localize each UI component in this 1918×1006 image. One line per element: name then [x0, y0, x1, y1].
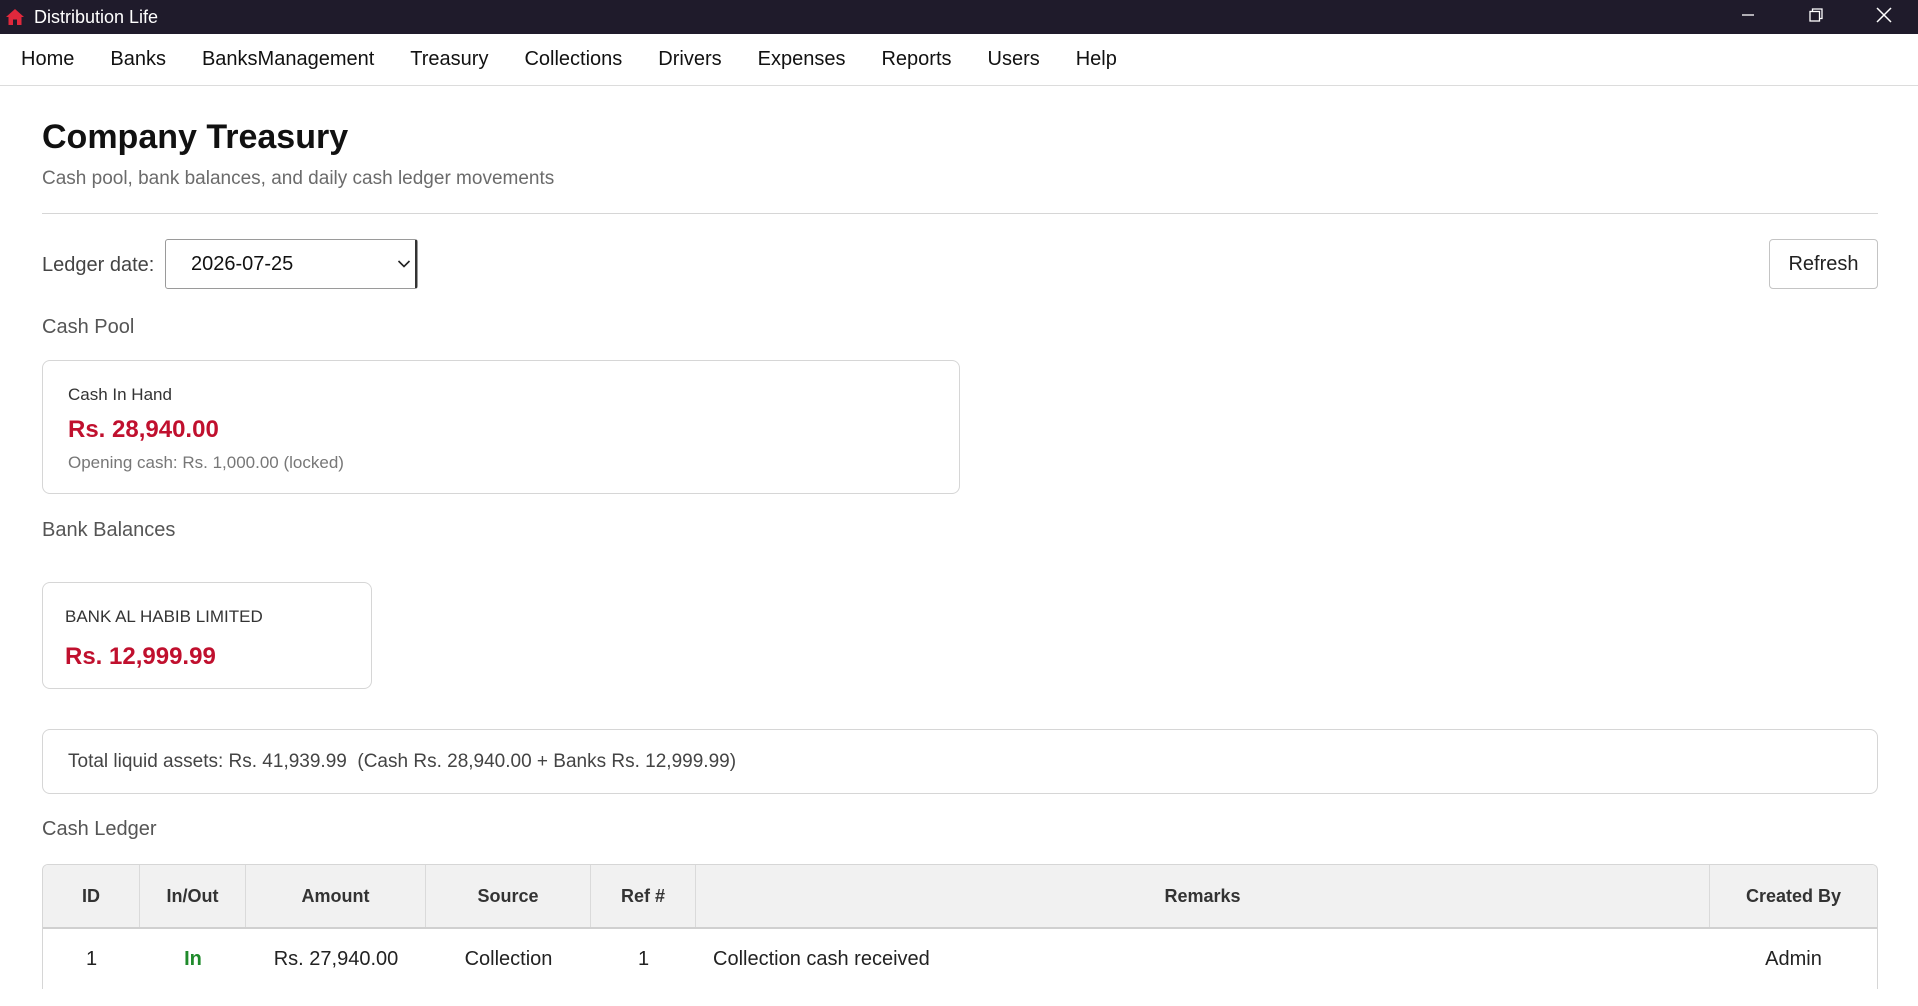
bank-balance-card: BANK AL HABIB LIMITED Rs. 12,999.99	[42, 582, 372, 689]
total-liquid-assets-text: Total liquid assets: Rs. 41,939.99 (Cash…	[68, 750, 737, 772]
column-header-id[interactable]: ID	[43, 865, 140, 927]
cell-in-out: In	[184, 947, 202, 970]
minimize-button[interactable]	[1714, 0, 1782, 34]
column-header-source[interactable]: Source	[426, 865, 591, 927]
cash-ledger-table: ID In/Out Amount Source Ref # Remarks Cr…	[42, 864, 1878, 989]
bank-name: BANK AL HABIB LIMITED	[65, 607, 263, 626]
ledger-date-value: 2026-07-25	[191, 252, 294, 275]
bank-balance-amount: Rs. 12,999.99	[65, 643, 216, 670]
cell-remarks: Collection cash received	[713, 947, 930, 970]
page-subtitle: Cash pool, bank balances, and daily cash…	[42, 168, 555, 189]
title-bar: Distribution Life	[0, 0, 1918, 34]
close-button[interactable]	[1850, 0, 1918, 34]
header-divider	[42, 213, 1878, 214]
menu-banks[interactable]: Banks	[92, 34, 184, 85]
total-liquid-assets-box: Total liquid assets: Rs. 41,939.99 (Cash…	[42, 729, 1878, 794]
cash-ledger-label: Cash Ledger	[42, 818, 157, 840]
opening-cash-note: Opening cash: Rs. 1,000.00 (locked)	[68, 453, 344, 472]
restore-icon	[1808, 7, 1824, 28]
menu-bar: Home Banks BanksManagement Treasury Coll…	[0, 34, 1918, 86]
menu-reports[interactable]: Reports	[863, 34, 969, 85]
refresh-button[interactable]: Refresh	[1769, 239, 1878, 289]
cash-pool-label: Cash Pool	[42, 316, 135, 338]
menu-banks-management[interactable]: BanksManagement	[184, 34, 392, 85]
menu-users[interactable]: Users	[970, 34, 1058, 85]
window-controls	[1714, 0, 1918, 34]
cash-in-hand-title: Cash In Hand	[68, 385, 172, 404]
menu-treasury[interactable]: Treasury	[392, 34, 506, 85]
bank-balances-label: Bank Balances	[42, 519, 176, 541]
column-header-remarks[interactable]: Remarks	[696, 865, 1710, 927]
minimize-icon	[1740, 7, 1756, 28]
close-icon	[1875, 6, 1893, 29]
column-header-created-by[interactable]: Created By	[1710, 865, 1877, 927]
column-header-amount[interactable]: Amount	[246, 865, 426, 927]
cell-ref: 1	[637, 947, 650, 970]
menu-drivers[interactable]: Drivers	[640, 34, 739, 85]
chevron-down-icon	[393, 240, 417, 288]
menu-home[interactable]: Home	[0, 34, 92, 85]
cash-in-hand-card: Cash In Hand Rs. 28,940.00 Opening cash:…	[42, 360, 960, 494]
home-icon	[4, 6, 26, 28]
menu-collections[interactable]: Collections	[506, 34, 640, 85]
ledger-date-select[interactable]: 2026-07-25	[165, 239, 418, 289]
cell-id: 1	[85, 947, 98, 970]
table-header: ID In/Out Amount Source Ref # Remarks Cr…	[43, 865, 1877, 929]
menu-expenses[interactable]: Expenses	[740, 34, 864, 85]
restore-button[interactable]	[1782, 0, 1850, 34]
cell-created-by: Admin	[1765, 947, 1822, 970]
column-header-ref[interactable]: Ref #	[591, 865, 696, 927]
cell-amount: Rs. 27,940.00	[273, 947, 399, 970]
page-title: Company Treasury	[42, 118, 349, 156]
ledger-date-label: Ledger date:	[42, 254, 155, 276]
window-title: Distribution Life	[34, 6, 159, 27]
menu-help[interactable]: Help	[1058, 34, 1135, 85]
table-row[interactable]: 1 In Rs. 27,940.00 Collection 1 Collecti…	[43, 929, 1877, 989]
cash-in-hand-amount: Rs. 28,940.00	[68, 416, 219, 443]
column-header-in-out[interactable]: In/Out	[140, 865, 246, 927]
cell-source: Collection	[464, 947, 553, 970]
